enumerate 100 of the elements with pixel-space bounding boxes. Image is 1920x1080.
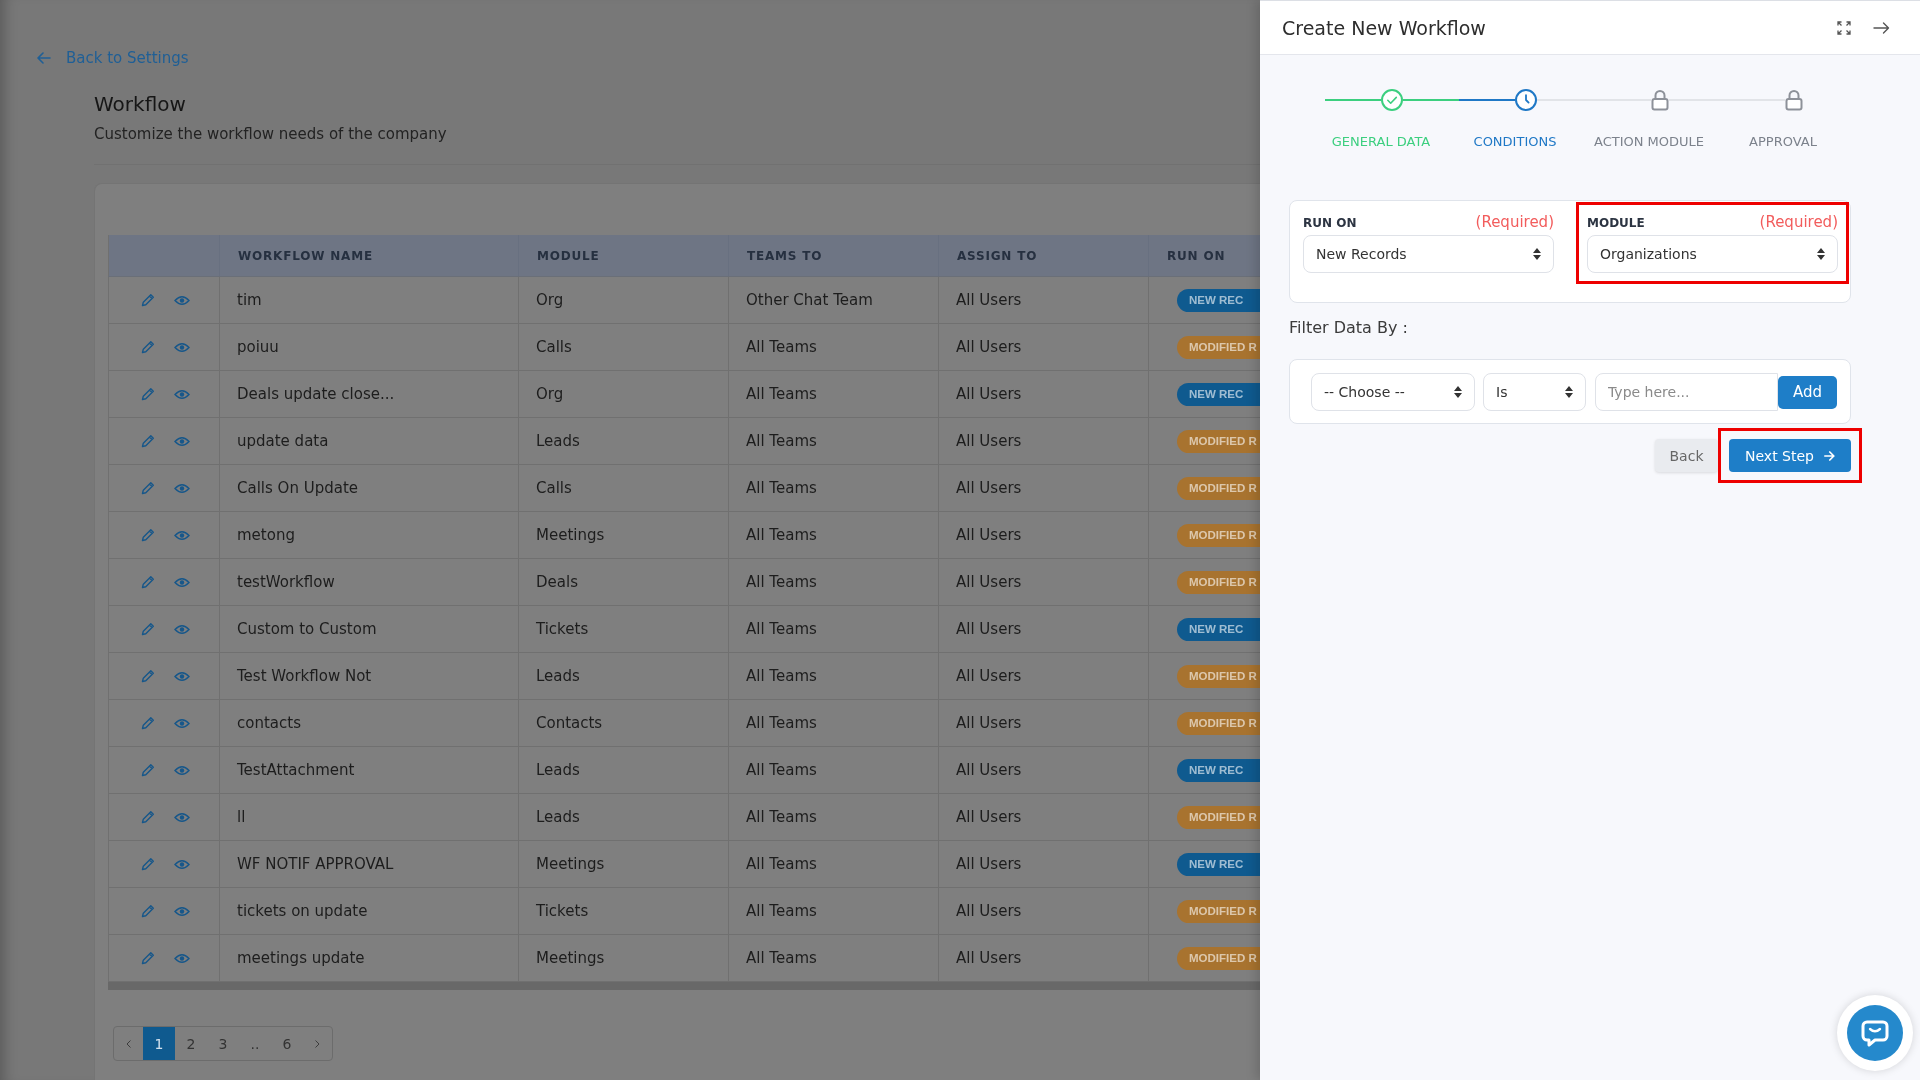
drawer-title: Create New Workflow	[1282, 16, 1486, 39]
pencil-icon[interactable]	[141, 716, 155, 730]
pencil-icon[interactable]	[141, 951, 155, 965]
select-field[interactable]: Is	[1483, 373, 1586, 411]
eye-icon[interactable]	[174, 435, 190, 447]
table-cell: ll	[219, 793, 519, 841]
pencil-icon[interactable]	[141, 575, 155, 589]
next-step-button[interactable]: Next Step	[1729, 439, 1851, 472]
table-cell: Deals	[518, 558, 729, 606]
eye-icon[interactable]	[174, 623, 190, 635]
add-button[interactable]: Add	[1778, 375, 1837, 409]
step-connector	[1325, 99, 1381, 101]
table-cell: Calls On Update	[219, 464, 519, 512]
run-on-tag: MODIFIED R	[1177, 946, 1260, 970]
eye-icon[interactable]	[174, 529, 190, 541]
step-label: CONDITIONS	[1473, 133, 1557, 151]
run-on-tag: NEW REC	[1177, 382, 1260, 406]
arrow-right-icon[interactable]	[1873, 21, 1890, 34]
chat-button[interactable]	[1837, 995, 1913, 1071]
eye-icon[interactable]	[174, 717, 190, 729]
updown-caret-icon	[1454, 386, 1462, 398]
eye-icon[interactable]	[174, 952, 190, 964]
table-cell: All Teams	[728, 464, 939, 512]
table-cell: All Users	[938, 793, 1149, 841]
eye-icon[interactable]	[174, 294, 190, 306]
table-cell: All Teams	[728, 652, 939, 700]
run-on-tag: MODIFIED R	[1177, 335, 1260, 359]
table-cell: All Users	[938, 511, 1149, 559]
pencil-icon[interactable]	[141, 293, 155, 307]
pencil-icon[interactable]	[141, 434, 155, 448]
page-subtitle: Customize the workflow needs of the company	[94, 124, 448, 144]
select-field[interactable]: -- Choose --	[1311, 373, 1475, 411]
required-note: (Required)	[1759, 213, 1838, 231]
expand-icon[interactable]	[1837, 20, 1851, 35]
table-cell: meetings update	[219, 934, 519, 982]
pencil-icon[interactable]	[141, 857, 155, 871]
table-cell: All Users	[938, 558, 1149, 606]
pencil-icon[interactable]	[141, 340, 155, 354]
eye-icon[interactable]	[174, 764, 190, 776]
eye-icon[interactable]	[174, 576, 190, 588]
eye-icon[interactable]	[174, 858, 190, 870]
run-on-tag: NEW REC	[1177, 617, 1260, 641]
chevron-left-icon	[126, 1039, 131, 1048]
eye-icon[interactable]	[174, 811, 190, 823]
page-button[interactable]: 6	[271, 1027, 303, 1060]
table-cell: Leads	[518, 417, 729, 465]
chat-bubble-icon	[1847, 1005, 1903, 1061]
pencil-icon[interactable]	[141, 387, 155, 401]
pencil-icon[interactable]	[141, 904, 155, 918]
updown-caret-icon	[1533, 248, 1541, 260]
column-header: ASSIGN TO	[938, 235, 1149, 277]
pencil-icon[interactable]	[141, 528, 155, 542]
eye-icon[interactable]	[174, 670, 190, 682]
eye-icon[interactable]	[174, 341, 190, 353]
run-on-tag: MODIFIED R	[1177, 805, 1260, 829]
page-button[interactable]: ..	[239, 1027, 271, 1060]
run-on-tag: NEW REC	[1177, 288, 1260, 312]
pencil-icon[interactable]	[141, 763, 155, 777]
horizontal-scrollbar[interactable]	[108, 982, 1260, 990]
eye-icon[interactable]	[174, 905, 190, 917]
table-cell: All Users	[938, 840, 1149, 888]
run-on-tag: MODIFIED R	[1177, 570, 1260, 594]
run-on-tag: NEW REC	[1177, 852, 1260, 876]
chevron-right-icon	[315, 1039, 320, 1048]
table-cell: Custom to Custom	[219, 605, 519, 653]
page-button[interactable]: 3	[207, 1027, 239, 1060]
select-field[interactable]: Organizations	[1587, 235, 1838, 273]
pencil-icon[interactable]	[141, 622, 155, 636]
table-cell: Deals update close...	[219, 370, 519, 418]
updown-caret-icon	[1817, 248, 1825, 260]
page-button[interactable]: 1	[143, 1027, 175, 1060]
field-label: MODULE	[1587, 216, 1645, 230]
filter-value-input[interactable]: Type here...	[1595, 373, 1778, 411]
table-cell: Test Workflow Not	[219, 652, 519, 700]
run-on-tag: MODIFIED R	[1177, 429, 1260, 453]
table-cell: All Users	[938, 417, 1149, 465]
table-cell: All Teams	[728, 887, 939, 935]
table-cell: Tickets	[518, 887, 729, 935]
table-cell: All Users	[938, 464, 1149, 512]
eye-icon[interactable]	[174, 388, 190, 400]
column-header: RUN ON	[1148, 235, 1260, 277]
table-cell: All Users	[938, 652, 1149, 700]
eye-icon[interactable]	[174, 482, 190, 494]
table-cell: All Teams	[728, 417, 939, 465]
select-field[interactable]: New Records	[1303, 235, 1554, 273]
pencil-icon[interactable]	[141, 481, 155, 495]
pencil-icon[interactable]	[141, 810, 155, 824]
table-cell: All Teams	[728, 934, 939, 982]
table-cell: All Teams	[728, 323, 939, 371]
table-cell: Org	[518, 276, 729, 324]
pencil-icon[interactable]	[141, 669, 155, 683]
back-button[interactable]: Back	[1655, 439, 1718, 472]
table-cell: All Users	[938, 746, 1149, 794]
table-cell: poiuu	[219, 323, 519, 371]
field-label: RUN ON	[1303, 216, 1357, 230]
page-button[interactable]: 2	[175, 1027, 207, 1060]
table-cell: All Teams	[728, 511, 939, 559]
run-on-tag: MODIFIED R	[1177, 523, 1260, 547]
table-cell: update data	[219, 417, 519, 465]
table-cell: All Users	[938, 370, 1149, 418]
